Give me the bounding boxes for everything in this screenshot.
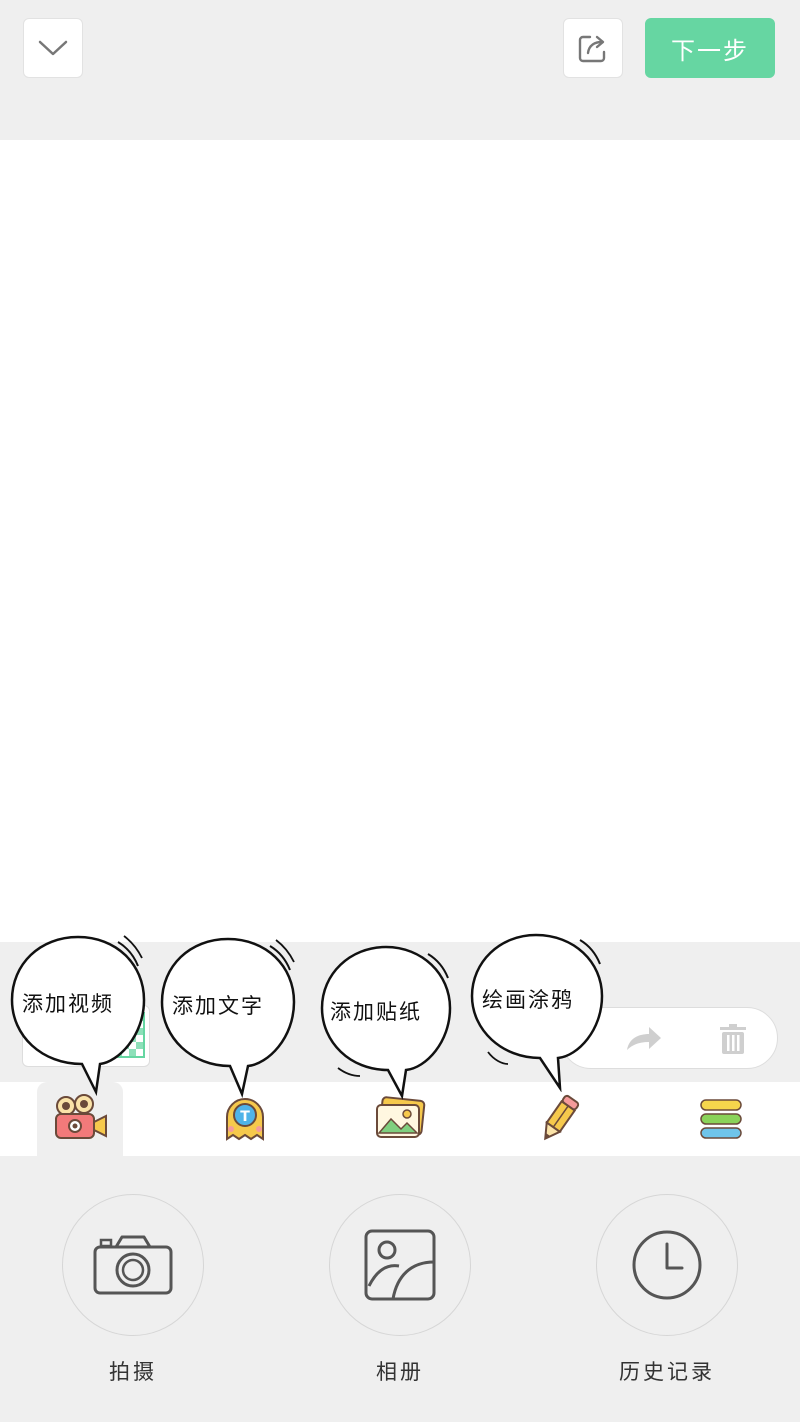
text-ghost-icon: T xyxy=(226,1098,264,1141)
clock-icon xyxy=(632,1230,702,1300)
callout-add-sticker: 添加贴纸 xyxy=(318,944,458,1100)
trash-icon[interactable] xyxy=(713,1022,753,1056)
callout-add-video: 添加视频 xyxy=(8,934,148,1097)
editing-canvas[interactable] xyxy=(0,140,800,942)
next-step-button[interactable]: 下一步 xyxy=(645,18,775,78)
history-button[interactable] xyxy=(596,1194,738,1336)
album-icon xyxy=(364,1229,436,1301)
chevron-down-icon xyxy=(38,40,68,56)
album-label: 相册 xyxy=(376,1360,424,1384)
callout-add-text: 添加文字 xyxy=(158,936,298,1099)
collapse-button[interactable] xyxy=(23,18,83,78)
layers-icon xyxy=(700,1099,742,1139)
album-button[interactable] xyxy=(329,1194,471,1336)
camera-icon xyxy=(93,1235,173,1295)
camera-button[interactable] xyxy=(62,1194,204,1336)
sticker-image-icon xyxy=(376,1096,426,1138)
callout-draw: 绘画涂鸦 xyxy=(468,932,608,1093)
pencil-icon xyxy=(544,1094,580,1141)
camera-label: 拍摄 xyxy=(109,1360,157,1384)
svg-text:T: T xyxy=(240,1109,250,1125)
tab-draw[interactable] xyxy=(516,1082,602,1156)
tab-layers[interactable] xyxy=(678,1082,764,1156)
share-button[interactable] xyxy=(563,18,623,78)
share-icon xyxy=(578,35,606,63)
video-camera-icon xyxy=(55,1094,107,1139)
redo-arrow-icon[interactable] xyxy=(623,1022,663,1056)
history-label: 历史记录 xyxy=(619,1360,715,1384)
